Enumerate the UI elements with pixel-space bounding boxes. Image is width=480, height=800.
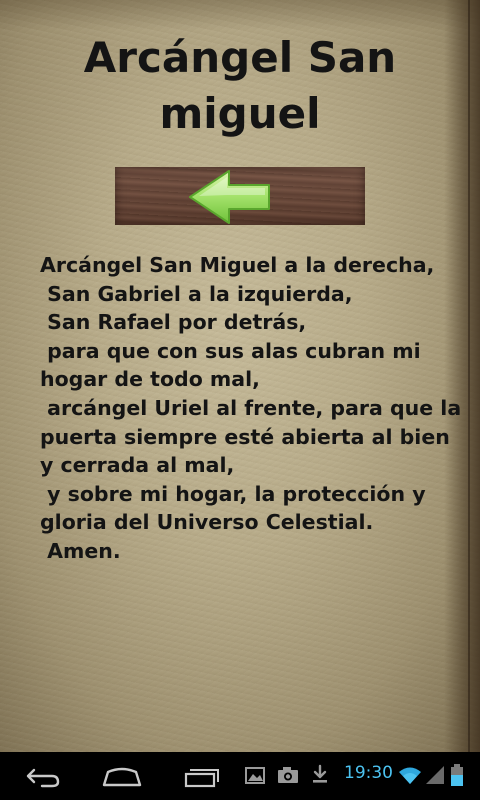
prayer-line: y sobre mi hogar, la protección y bbox=[40, 481, 426, 506]
nav-home-button[interactable] bbox=[92, 752, 152, 800]
nav-back-button[interactable] bbox=[12, 752, 72, 800]
home-icon bbox=[102, 767, 142, 787]
page-fold-line bbox=[468, 0, 470, 752]
prayer-text: Arcángel San Miguel a la derecha, San Ga… bbox=[40, 251, 462, 566]
gallery-icon bbox=[245, 767, 265, 784]
prayer-line: Arcángel San Miguel a la derecha, bbox=[40, 253, 435, 277]
download-icon bbox=[313, 764, 327, 783]
prayer-line: para que con sus alas cubran mi bbox=[40, 338, 421, 363]
recent-apps-icon bbox=[184, 769, 219, 788]
prayer-line: hogar de todo mal, bbox=[40, 367, 260, 392]
camera-icon bbox=[278, 767, 298, 783]
status-clock: 19:30 bbox=[344, 763, 393, 783]
page-title-line-1: Arcángel San bbox=[83, 33, 397, 82]
signal-icon bbox=[426, 766, 444, 784]
back-button[interactable] bbox=[115, 167, 365, 225]
page-title: Arcángel San miguel bbox=[20, 30, 460, 142]
screen: Arcángel San miguel Arcángel San Miguel … bbox=[0, 0, 480, 800]
prayer-line: San Gabriel a la izquierda, bbox=[40, 281, 353, 306]
prayer-line: gloria del Universo Celestial. bbox=[40, 510, 374, 535]
nav-recent-apps-button[interactable] bbox=[172, 752, 232, 800]
back-icon bbox=[26, 768, 60, 788]
prayer-line: y cerrada al mal, bbox=[40, 453, 235, 478]
prayer-line: arcángel Uriel al frente, para que la bbox=[40, 395, 462, 420]
page-title-line-2: miguel bbox=[159, 89, 321, 138]
prayer-line: Amen. bbox=[40, 538, 121, 563]
parchment-page: Arcángel San miguel Arcángel San Miguel … bbox=[0, 0, 480, 752]
prayer-line: San Rafael por detrás, bbox=[40, 310, 307, 335]
wifi-icon bbox=[399, 767, 421, 784]
prayer-line: puerta siempre esté abierta al bien bbox=[40, 424, 450, 449]
battery-icon bbox=[451, 764, 463, 786]
top-shadow bbox=[0, 0, 480, 30]
system-navigation-bar bbox=[0, 752, 480, 800]
left-arrow-icon bbox=[189, 170, 270, 224]
